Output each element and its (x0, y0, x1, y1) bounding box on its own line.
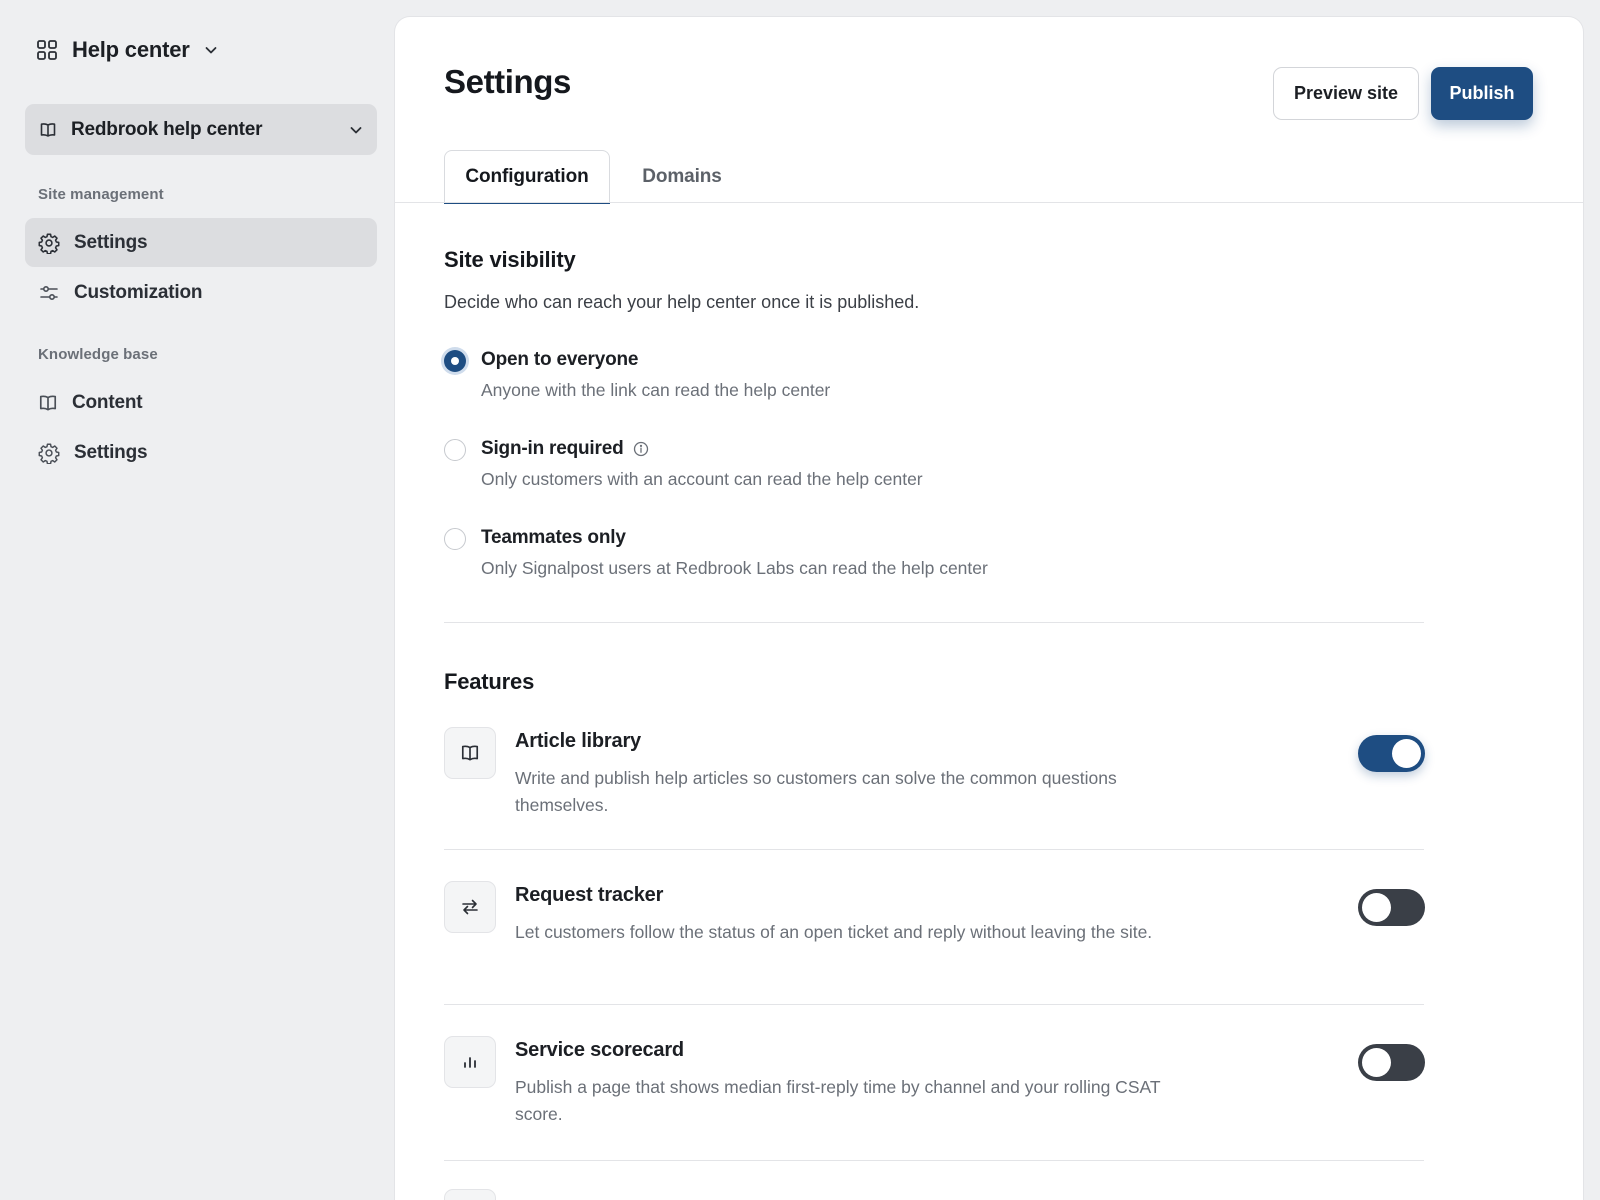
chevron-down-icon (349, 123, 363, 137)
option-subtitle: Anyone with the link can read the help c… (481, 380, 831, 400)
toggle-knob (1362, 893, 1391, 922)
site-visibility-heading: Site visibility (444, 247, 576, 272)
book-icon (39, 121, 57, 139)
chevron-down-icon (204, 43, 218, 57)
option-title-wrap: Open to everyone (481, 349, 638, 371)
feature-title: Service scorecard (515, 1039, 684, 1061)
tabs-divider (395, 202, 1583, 203)
option-title: Open to everyone (481, 349, 639, 370)
section-divider (444, 622, 1424, 623)
feature-divider (444, 1160, 1424, 1161)
main-panel: Settings Preview site Publish Configurat… (394, 16, 1584, 1200)
tab-configuration[interactable]: Configuration (444, 150, 610, 204)
site-visibility-description: Decide who can reach your help center on… (444, 292, 920, 312)
grid-icon (36, 39, 58, 61)
sidebar-item-content[interactable]: Content (25, 378, 377, 427)
book-icon (38, 393, 58, 413)
feature-service-scorecard: Service scorecard Publish a page that sh… (444, 1036, 1425, 1156)
feature-divider (444, 1004, 1424, 1005)
feature-divider (444, 849, 1424, 850)
feature-next-partial (444, 1189, 1424, 1200)
book-icon (444, 727, 496, 779)
sidebar-item-label: Settings (74, 441, 148, 463)
option-subtitle: Only Signalpost users at Redbrook Labs c… (481, 558, 988, 578)
radio-button-selected[interactable] (444, 350, 466, 372)
site-selector-label: Redbrook help center (71, 118, 263, 140)
option-title: Sign-in required (481, 438, 624, 459)
article-library-toggle[interactable] (1358, 735, 1425, 772)
option-title-wrap: Sign-in required (481, 438, 649, 460)
radio-button[interactable] (444, 439, 466, 461)
sidebar: Help center Redbrook help center Site ma… (0, 0, 394, 1200)
gear-icon (38, 232, 60, 254)
sidebar-item-kb-settings[interactable]: Settings (25, 428, 377, 477)
option-title: Teammates only (481, 527, 626, 548)
option-subtitle: Only customers with an account can read … (481, 469, 923, 489)
feature-description: Let customers follow the status of an op… (515, 922, 1153, 942)
feature-description: Publish a page that shows median first-r… (515, 1077, 1161, 1124)
radio-button[interactable] (444, 528, 466, 550)
section-label-knowledge-base: Knowledge base (38, 346, 158, 363)
request-tracker-toggle[interactable] (1358, 889, 1425, 926)
page-title: Settings (444, 63, 571, 100)
sidebar-item-label: Settings (74, 231, 148, 253)
option-title-wrap: Teammates only (481, 527, 626, 549)
feature-title: Request tracker (515, 884, 664, 906)
app-title: Help center (72, 37, 190, 62)
site-selector[interactable]: Redbrook help center (25, 104, 377, 155)
feature-title: Article library (515, 730, 641, 752)
info-icon[interactable] (633, 441, 649, 457)
feature-icon-partial (444, 1189, 496, 1200)
toggle-knob (1392, 739, 1421, 768)
preview-site-button[interactable]: Preview site (1273, 67, 1419, 120)
arrows-swap-icon (444, 881, 496, 933)
gear-icon (38, 442, 60, 464)
app-switcher[interactable]: Help center (36, 34, 218, 66)
publish-button[interactable]: Publish (1431, 67, 1533, 120)
sidebar-item-customization[interactable]: Customization (25, 268, 377, 317)
tab-domains[interactable]: Domains (627, 150, 737, 203)
sidebar-item-label: Content (72, 391, 143, 413)
toggle-knob (1362, 1048, 1391, 1077)
sidebar-item-settings[interactable]: Settings (25, 218, 377, 267)
features-heading: Features (444, 669, 535, 694)
feature-request-tracker: Request tracker Let customers follow the… (444, 881, 1425, 1001)
feature-article-library: Article library Write and publish help a… (444, 727, 1425, 847)
bar-chart-icon (444, 1036, 496, 1088)
section-label-site-management: Site management (38, 186, 164, 203)
sidebar-item-label: Customization (74, 281, 203, 303)
feature-description: Write and publish help articles so custo… (515, 768, 1117, 815)
sliders-icon (38, 282, 60, 304)
service-scorecard-toggle[interactable] (1358, 1044, 1425, 1081)
